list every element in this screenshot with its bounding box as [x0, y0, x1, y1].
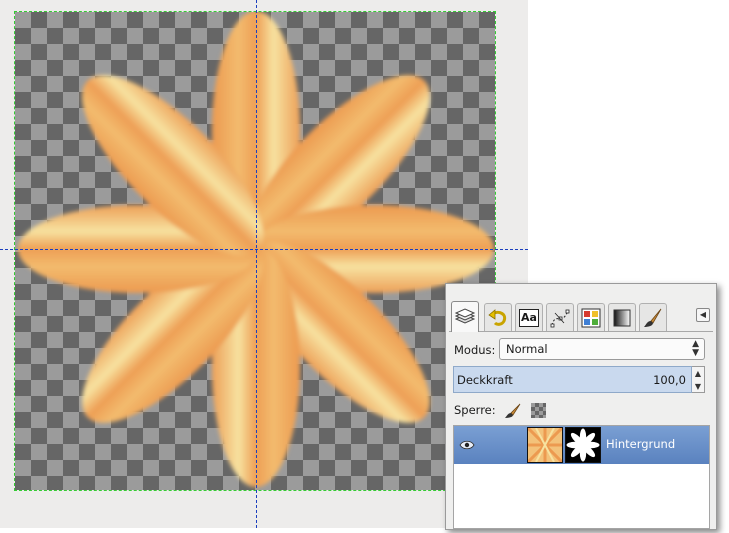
layer-name[interactable]: Hintergrund [606, 437, 675, 451]
layer-mask-thumbnail[interactable] [565, 427, 601, 463]
tab-gradients[interactable] [608, 303, 636, 331]
horizontal-guide[interactable] [0, 249, 528, 250]
tab-paths[interactable] [546, 303, 574, 331]
tab-colormap[interactable] [577, 303, 605, 331]
flower-image [18, 12, 494, 487]
color-palette-icon [581, 308, 601, 328]
vertical-guide[interactable] [256, 0, 257, 528]
mode-value: Normal [506, 342, 548, 356]
layer-thumbnail[interactable] [527, 427, 563, 463]
paths-icon [549, 307, 571, 329]
gradient-icon [612, 308, 632, 328]
layer-row[interactable]: Hintergrund [454, 426, 709, 464]
undo-history-icon [487, 308, 509, 328]
tab-brushes[interactable] [639, 303, 667, 331]
lock-label: Sperre: [454, 403, 496, 417]
image-canvas[interactable] [14, 11, 496, 491]
mode-select[interactable]: Normal ▲ ▼ [499, 338, 705, 360]
opacity-spinner[interactable]: ▲ ▼ [692, 366, 705, 393]
opacity-label: Deckkraft [457, 373, 513, 387]
layers-dock: Aa ◀ Modus: Normal ▲ ▼ Deckkraft 100,0 ▲… [445, 283, 717, 530]
fonts-icon: Aa [519, 308, 539, 327]
layers-icon [454, 307, 476, 327]
tab-undo-history[interactable] [484, 303, 512, 331]
tab-layers[interactable] [451, 301, 479, 332]
layers-list[interactable]: Hintergrund [453, 425, 710, 529]
select-arrows-icon: ▲ ▼ [692, 339, 699, 358]
dock-tab-bar: Aa [449, 301, 713, 332]
opacity-value: 100,0 [653, 373, 686, 387]
opacity-field[interactable]: Deckkraft 100,0 [453, 366, 692, 393]
lock-alpha-icon[interactable] [531, 403, 546, 418]
lock-pixels-brush-icon[interactable] [504, 402, 522, 423]
mode-label: Modus: [454, 343, 496, 357]
dock-menu-button[interactable]: ◀ [696, 308, 710, 322]
tab-fonts[interactable]: Aa [515, 303, 543, 331]
brush-icon [642, 307, 664, 329]
eye-icon[interactable] [459, 439, 475, 453]
